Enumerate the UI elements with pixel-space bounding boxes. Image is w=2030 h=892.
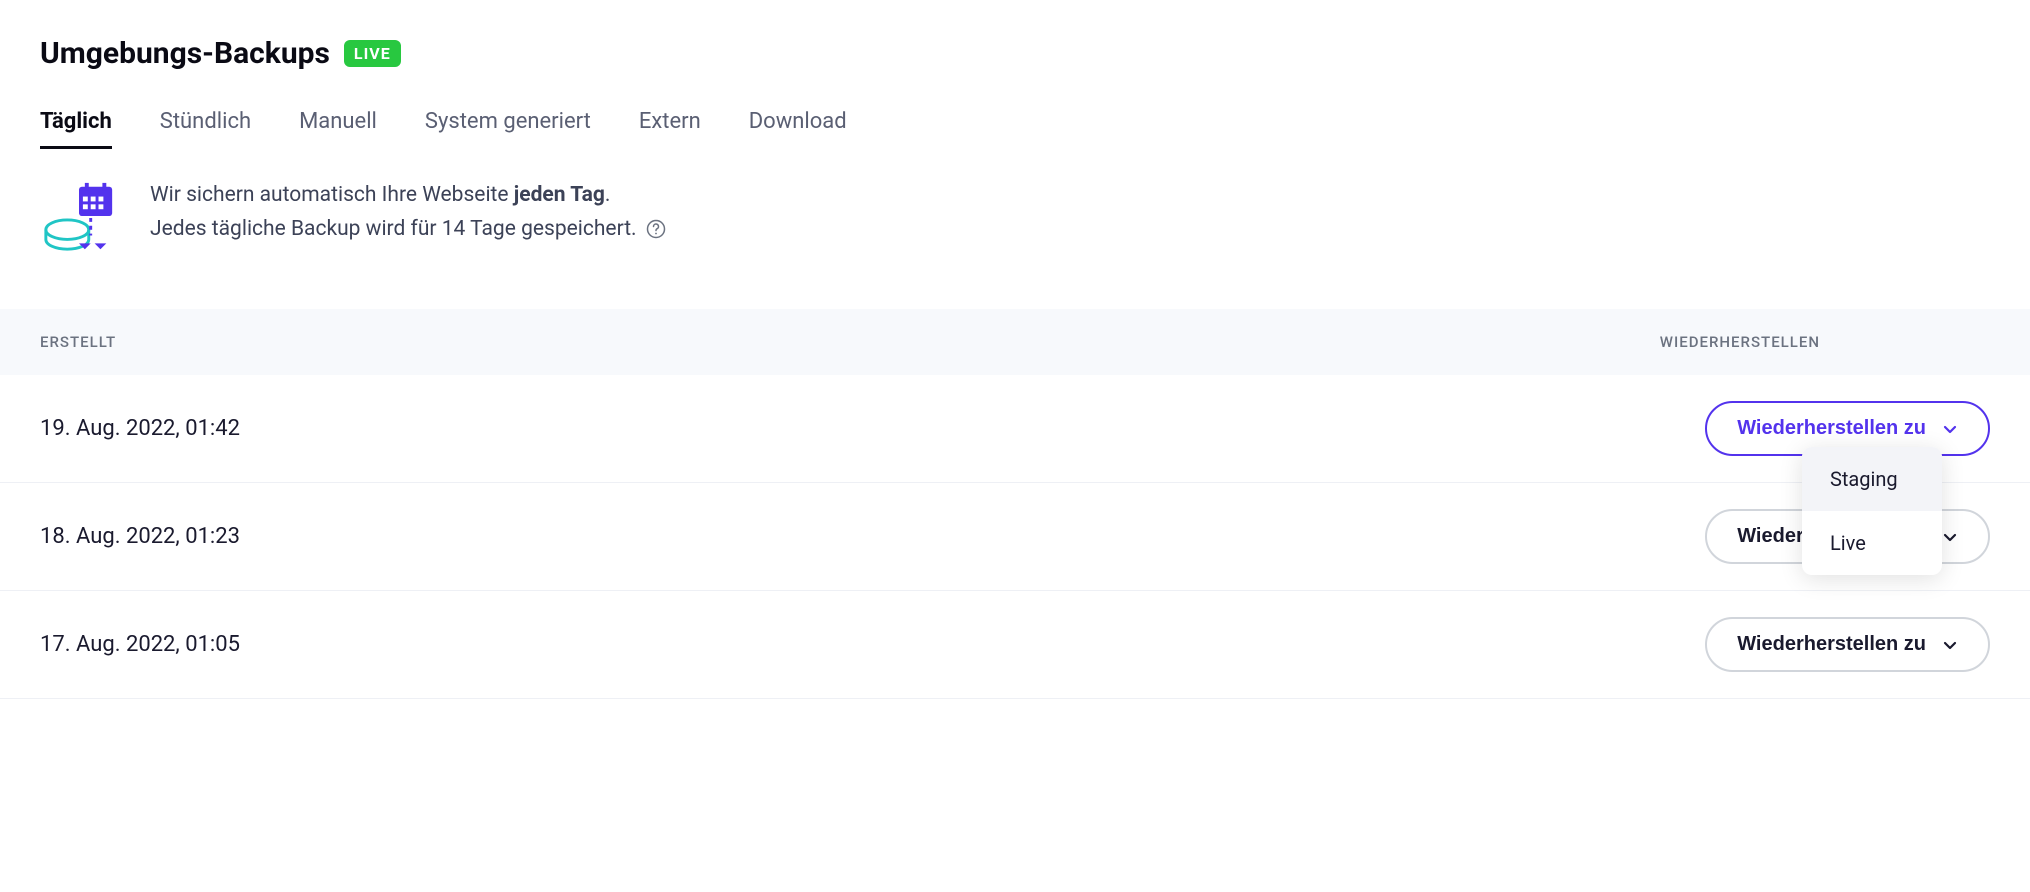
tab-manual[interactable]: Manuell (299, 109, 377, 149)
chevron-down-icon (1942, 637, 1958, 653)
table-row: 19. Aug. 2022, 01:42 Wiederherstellen zu… (0, 375, 2030, 483)
info-section: Wir sichern automatisch Ihre Webseite je… (40, 179, 1990, 261)
restore-button-label: Wiederherstellen zu (1737, 417, 1926, 440)
info-text: Wir sichern automatisch Ihre Webseite je… (150, 179, 666, 246)
tab-system-generated[interactable]: System generiert (425, 109, 591, 149)
backup-calendar-icon (40, 179, 118, 261)
table-row: 17. Aug. 2022, 01:05 Wiederherstellen zu (0, 591, 2030, 699)
table-header: ERSTELLT WIEDERHERSTELLEN (0, 309, 2030, 375)
info-line1-suffix: . (605, 183, 611, 207)
info-line2: Jedes tägliche Backup wird für 14 Tage g… (150, 217, 637, 241)
dropdown-option-staging[interactable]: Staging (1802, 447, 1942, 511)
restore-dropdown: Staging Live (1802, 447, 1942, 575)
col-header-created: ERSTELLT (40, 333, 116, 351)
backup-created-date: 19. Aug. 2022, 01:42 (40, 416, 240, 441)
backup-created-date: 17. Aug. 2022, 01:05 (40, 632, 240, 657)
restore-to-button[interactable]: Wiederherstellen zu (1705, 617, 1990, 672)
tab-download[interactable]: Download (749, 109, 847, 149)
table-row: 18. Aug. 2022, 01:23 Wiederherstellen zu (0, 483, 2030, 591)
page-title: Umgebungs-Backups (40, 36, 330, 71)
dropdown-option-live[interactable]: Live (1802, 511, 1942, 575)
page-header: Umgebungs-Backups LIVE (40, 36, 1990, 71)
table-body: 19. Aug. 2022, 01:42 Wiederherstellen zu… (0, 375, 2030, 699)
tab-daily[interactable]: Täglich (40, 109, 112, 149)
info-line1-prefix: Wir sichern automatisch Ihre Webseite (150, 183, 514, 207)
tab-external[interactable]: Extern (639, 109, 701, 149)
environment-badge: LIVE (344, 40, 401, 67)
tabs: Täglich Stündlich Manuell System generie… (40, 109, 1990, 149)
chevron-down-icon (1942, 421, 1958, 437)
restore-button-label: Wiederherstellen zu (1737, 633, 1926, 656)
info-line1-bold: jeden Tag (514, 183, 605, 207)
tab-hourly[interactable]: Stündlich (160, 109, 251, 149)
col-header-restore: WIEDERHERSTELLEN (1660, 333, 1990, 351)
chevron-down-icon (1942, 529, 1958, 545)
backup-created-date: 18. Aug. 2022, 01:23 (40, 524, 240, 549)
help-icon[interactable] (646, 219, 666, 239)
